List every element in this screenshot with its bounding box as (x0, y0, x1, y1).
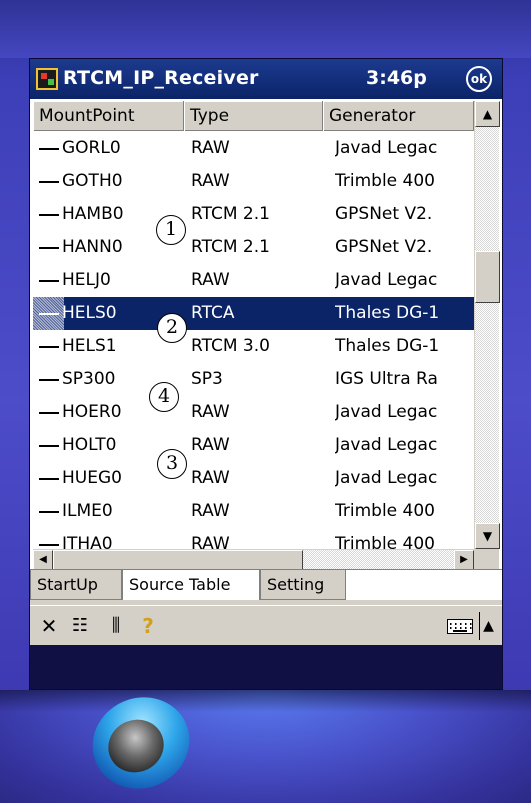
help-icon[interactable]: ? (137, 612, 159, 640)
tree-line-icon (39, 412, 59, 414)
tree-line-icon (39, 445, 59, 447)
generator-cell: Trimble 400 (335, 171, 435, 191)
command-bar: ✕ ☷ ⫼ ? ▲ (30, 605, 502, 645)
type-cell: RAW (191, 171, 230, 191)
annotation-marker-4: 4 (149, 382, 179, 412)
scroll-up-button[interactable]: ▲ (475, 101, 500, 127)
tree-line-icon (39, 247, 59, 249)
tab-startup[interactable]: StartUp (30, 570, 122, 600)
tree-line-icon (39, 148, 59, 150)
generator-cell: Javad Legac (335, 138, 438, 158)
scroll-down-button[interactable]: ▼ (475, 523, 500, 549)
device-bottom-shadow (0, 690, 531, 712)
type-cell: RAW (191, 501, 230, 521)
keyboard-icon[interactable] (444, 612, 476, 640)
tab-setting[interactable]: Setting (260, 570, 346, 600)
type-cell: RAW (191, 402, 230, 422)
source-table-list[interactable]: MountPoint Type Generator GORL0 RAW Javad … (33, 101, 500, 570)
mountpoint-cell: GORL0 (62, 138, 121, 158)
app-title: RTCM_IP_Receiver (63, 67, 259, 89)
annotation-marker-2: 2 (157, 313, 187, 343)
list-icon[interactable]: ☷ (65, 612, 95, 640)
app-icon (36, 68, 58, 90)
generator-cell: Javad Legac (335, 402, 438, 422)
ok-button[interactable]: ok (466, 66, 492, 92)
tab-strip: StartUp Source Table Setting (30, 569, 502, 606)
generator-cell: GPSNet V2. (335, 204, 433, 224)
type-cell: RTCA (191, 303, 235, 323)
screen-bottom-edge (30, 645, 502, 689)
horizontal-scrollbar[interactable]: ◀ ▶ (33, 549, 474, 570)
generator-cell: IGS Ultra Ra (335, 369, 438, 389)
type-cell: RTCM 3.0 (191, 336, 270, 356)
table-row[interactable]: HAMB0 RTCM 2.1 GPSNet V2. (33, 198, 474, 231)
annotation-marker-1: 1 (156, 215, 186, 245)
title-bar: RTCM_IP_Receiver 3:46p ok (30, 59, 502, 99)
type-cell: RAW (191, 468, 230, 488)
table-row[interactable]: HANN0 RTCM 2.1 GPSNet V2. (33, 231, 474, 264)
tab-source-table[interactable]: Source Table (122, 570, 260, 602)
close-icon[interactable]: ✕ (38, 612, 60, 640)
mountpoint-cell: GOTH0 (62, 171, 123, 191)
columns-icon[interactable]: ⫼ (101, 612, 131, 640)
mountpoint-cell: HELJ0 (62, 270, 111, 290)
device-top-bezel (0, 0, 531, 58)
table-row[interactable]: HELJ0 RAW Javad Legac (33, 264, 474, 297)
generator-cell: GPSNet V2. (335, 237, 433, 257)
generator-cell: Thales DG-1 (335, 303, 440, 323)
type-cell: RAW (191, 435, 230, 455)
generator-cell: Javad Legac (335, 270, 438, 290)
table-row[interactable]: GORL0 RAW Javad Legac (33, 132, 474, 165)
generator-cell: Thales DG-1 (335, 336, 440, 356)
scrollbar-corner (474, 549, 499, 569)
generator-cell: Javad Legac (335, 435, 438, 455)
table-row[interactable]: ILME0 RAW Trimble 400 (33, 495, 474, 528)
tree-line-icon (39, 511, 59, 513)
generator-cell: Trimble 400 (335, 501, 435, 521)
table-row[interactable]: HELS1 RTCM 3.0 Thales DG-1 (33, 330, 474, 363)
type-cell: RTCM 2.1 (191, 237, 270, 257)
tree-line-icon (39, 181, 59, 183)
column-header-type[interactable]: Type (184, 101, 323, 131)
table-row[interactable]: HOER0 RAW Javad Legac (33, 396, 474, 429)
tree-line-icon (39, 478, 59, 480)
annotation-marker-3: 3 (157, 449, 187, 479)
type-cell: SP3 (191, 369, 223, 389)
type-cell: RTCM 2.1 (191, 204, 270, 224)
table-row[interactable]: SP300 SP3 IGS Ultra Ra (33, 363, 474, 396)
scroll-left-button[interactable]: ◀ (33, 550, 53, 570)
vertical-scroll-thumb[interactable] (475, 251, 500, 303)
tree-line-icon (39, 544, 59, 546)
clock[interactable]: 3:46p (366, 67, 427, 89)
tree-line-icon (39, 280, 59, 282)
column-header-generator[interactable]: Generator (323, 101, 474, 131)
list-header: MountPoint Type Generator (33, 101, 474, 131)
tree-line-icon (39, 313, 59, 315)
table-row[interactable]: HOLT0 RAW Javad Legac (33, 429, 474, 462)
table-row[interactable]: HUEG0 RAW Javad Legac (33, 462, 474, 495)
up-arrow-icon[interactable]: ▲ (479, 612, 497, 640)
app-screen: RTCM_IP_Receiver 3:46p ok MountPoint Typ… (29, 58, 503, 690)
tree-line-icon (39, 346, 59, 348)
list-rows: GORL0 RAW Javad Legac GOTH0 RAW Trimble 400 HA… (33, 132, 474, 562)
tree-line-icon (39, 379, 59, 381)
table-row[interactable]: HELS0 RTCA Thales DG-1 (33, 297, 474, 330)
vertical-scrollbar[interactable]: ▲ ▼ (474, 101, 500, 549)
type-cell: RAW (191, 270, 230, 290)
horizontal-scroll-thumb[interactable] (53, 550, 303, 570)
type-cell: RAW (191, 138, 230, 158)
table-row[interactable]: GOTH0 RAW Trimble 400 (33, 165, 474, 198)
generator-cell: Javad Legac (335, 468, 438, 488)
tree-line-icon (39, 214, 59, 216)
mountpoint-cell: ILME0 (62, 501, 113, 521)
scroll-right-button[interactable]: ▶ (454, 550, 474, 570)
column-header-mountpoint[interactable]: MountPoint (33, 101, 184, 131)
